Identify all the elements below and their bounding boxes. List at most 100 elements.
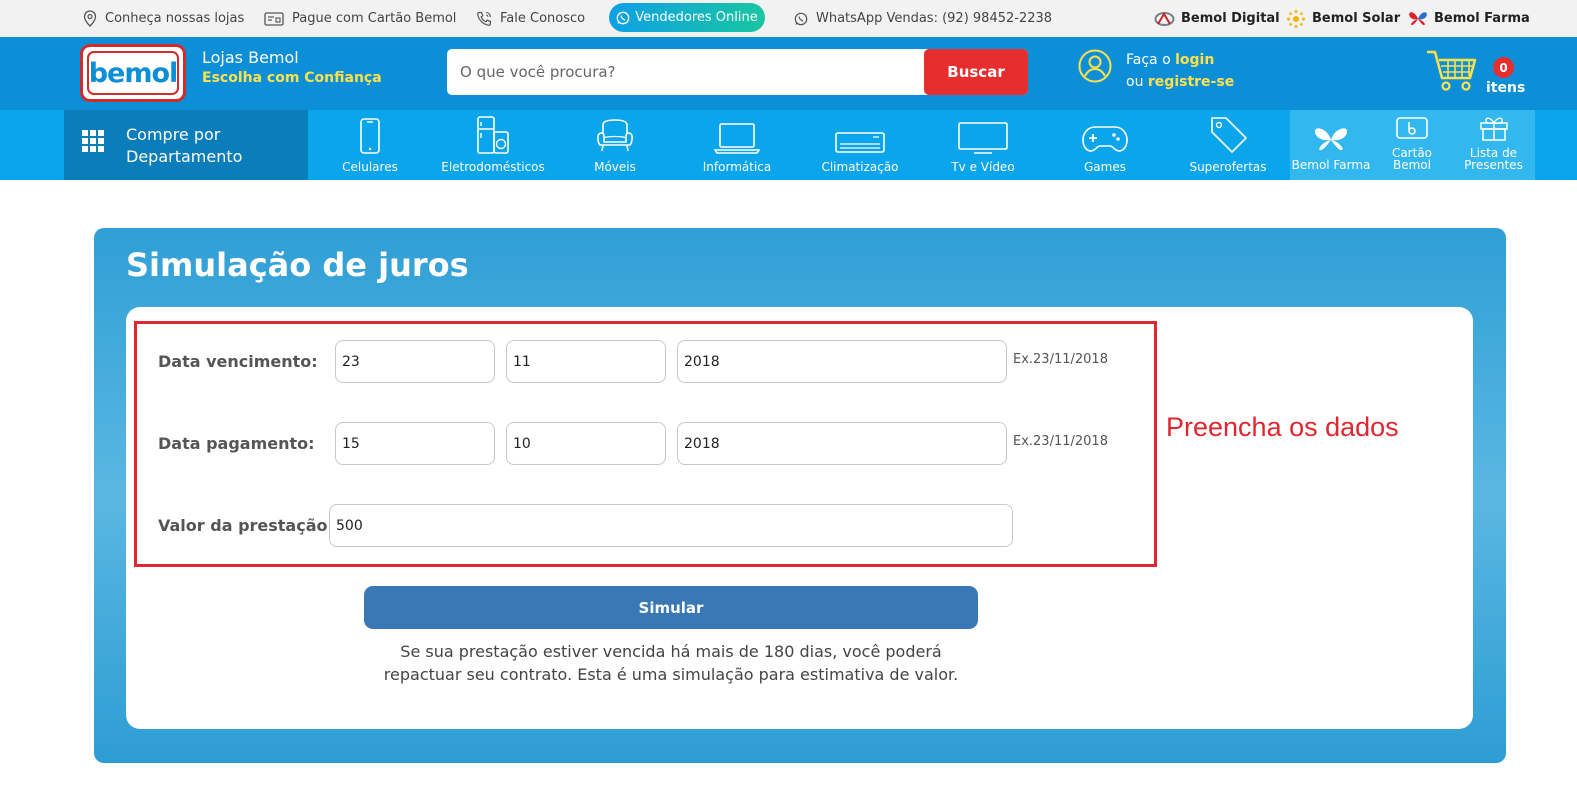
tagline-bottom: Escolha com Confiança [202, 70, 382, 86]
sellers-online-label: Vendedores Online [635, 10, 758, 25]
tagline-top: Lojas Bemol [202, 48, 299, 67]
installment-value-label: Valor da prestação: [158, 516, 334, 535]
register-prefix: ou [1126, 74, 1144, 90]
due-date-label: Data vencimento: [158, 352, 318, 371]
category-label: Informática [702, 160, 772, 174]
appliances-icon [477, 116, 509, 154]
department-label-line1: Compre por [126, 125, 221, 144]
site-header: bemol Lojas Bemol Escolha com Confiança … [0, 37, 1577, 110]
department-menu-button[interactable]: Compre por Departamento [64, 110, 308, 180]
bemol-logo[interactable]: bemol [80, 44, 186, 102]
whatsapp-sales-link[interactable]: WhatsApp Vendas: (92) 98452-2238 [794, 0, 1052, 37]
department-label: Compre por Departamento [126, 124, 242, 168]
login-register: Faça o login ou registre-se [1126, 49, 1234, 93]
shortcut-label: Cartão Bemol [1391, 146, 1433, 172]
simulation-form: Data vencimento: Ex.23/11/2018 Data paga… [126, 307, 1473, 729]
login-link[interactable]: login [1175, 52, 1214, 68]
sellers-online-button[interactable]: Vendedores Online [609, 3, 765, 32]
page-title: Simulação de juros [126, 246, 469, 284]
shortcut-label-line2: Presentes [1464, 158, 1523, 172]
search-bar: Buscar [447, 49, 1028, 95]
payment-date-label: Data pagamento: [158, 434, 315, 453]
whatsapp-icon [616, 11, 630, 24]
category-label: Eletrodomésticos [441, 160, 545, 174]
shortcut-label: Bemol Farma [1291, 158, 1371, 172]
gift-icon [1479, 117, 1508, 141]
top-utility-bar: Conheça nossas lojas Pague com Cartão Be… [0, 0, 1577, 37]
cart-label: itens [1486, 80, 1526, 96]
installment-value-input[interactable] [329, 504, 1013, 547]
bemol-digital-label: Bemol Digital [1181, 11, 1280, 26]
shortcut-lista-de-presentes[interactable]: Lista de Presentes [1452, 110, 1535, 180]
gamepad-icon [1082, 126, 1128, 152]
contact-link[interactable]: Fale Conosco [476, 0, 585, 37]
category-climatizacao[interactable]: Climatização [820, 110, 900, 180]
bill-icon [264, 11, 284, 26]
location-pin-icon [83, 10, 97, 27]
search-input[interactable] [447, 49, 923, 95]
category-label: Games [1084, 160, 1126, 174]
stores-label: Conheça nossas lojas [105, 11, 245, 26]
simulation-note: Se sua prestação estiver vencida há mais… [383, 642, 959, 684]
pay-card-link[interactable]: Pague com Cartão Bemol [264, 0, 456, 37]
category-superofertas[interactable]: Superofertas [1188, 110, 1268, 180]
logo-text: bemol [87, 51, 179, 95]
category-label: Superofertas [1189, 160, 1267, 174]
category-eletrodomesticos[interactable]: Eletrodomésticos [441, 110, 545, 180]
bemol-farma-label: Bemol Farma [1434, 11, 1530, 26]
fill-data-annotation: Preencha os dados [1166, 412, 1399, 442]
category-celulares[interactable]: Celulares [330, 110, 410, 180]
category-informatica[interactable]: Informática [697, 110, 777, 180]
card-icon [1396, 117, 1428, 139]
category-label: Móveis [594, 160, 636, 174]
shortcut-bemol-farma[interactable]: Bemol Farma [1290, 110, 1372, 180]
category-games[interactable]: Games [1065, 110, 1145, 180]
category-nav: Compre por Departamento Celulares Eletro… [0, 110, 1577, 180]
category-label: Celulares [342, 160, 398, 174]
due-day-input[interactable] [335, 340, 495, 383]
stores-link[interactable]: Conheça nossas lojas [83, 0, 244, 37]
bemol-digital-icon [1154, 11, 1175, 26]
register-link[interactable]: registre-se [1148, 74, 1234, 90]
cart-icon[interactable] [1425, 48, 1479, 94]
phone-icon [477, 11, 492, 26]
bemol-solar-label: Bemol Solar [1312, 11, 1401, 26]
category-moveis[interactable]: Móveis [575, 110, 655, 180]
due-date-hint: Ex.23/11/2018 [1013, 352, 1108, 367]
simulation-card: Simulação de juros Data vencimento: Ex.2… [94, 228, 1506, 763]
user-icon[interactable] [1078, 49, 1112, 83]
tv-icon [958, 122, 1008, 154]
whatsapp-icon [794, 12, 808, 25]
smartphone-icon [360, 118, 380, 154]
search-button[interactable]: Buscar [924, 49, 1028, 95]
laptop-icon [714, 123, 760, 154]
payment-day-input[interactable] [335, 422, 495, 465]
due-year-input[interactable] [677, 340, 1007, 383]
login-prefix: Faça o [1126, 52, 1171, 68]
air-conditioner-icon [835, 132, 885, 153]
payment-year-input[interactable] [677, 422, 1007, 465]
butterfly-icon [1314, 128, 1348, 151]
bemol-solar-link[interactable]: Bemol Solar [1286, 0, 1400, 37]
armchair-icon [597, 119, 633, 152]
whatsapp-sales-label: WhatsApp Vendas: (92) 98452-2238 [816, 11, 1053, 26]
payment-date-hint: Ex.23/11/2018 [1013, 434, 1108, 449]
grid-icon [82, 130, 104, 152]
tag-icon [1211, 117, 1247, 153]
pay-card-label: Pague com Cartão Bemol [292, 11, 457, 26]
bemol-digital-link[interactable]: Bemol Digital [1154, 0, 1280, 37]
due-month-input[interactable] [506, 340, 666, 383]
category-label: Tv e Vídeo [951, 160, 1015, 174]
category-tv-e-video[interactable]: Tv e Vídeo [943, 110, 1023, 180]
simulate-button[interactable]: Simular [364, 586, 978, 629]
payment-month-input[interactable] [506, 422, 666, 465]
category-label: Climatização [821, 160, 899, 174]
department-label-line2: Departamento [126, 147, 243, 166]
butterfly-icon [1409, 11, 1427, 25]
bemol-farma-link[interactable]: Bemol Farma [1408, 0, 1530, 37]
contact-label: Fale Conosco [500, 11, 586, 26]
cart-count-badge: 0 [1493, 57, 1514, 78]
shortcut-cartao-bemol[interactable]: Cartão Bemol [1372, 110, 1452, 180]
nav-shortcuts: Bemol Farma Cartão Bemol Lista de Presen… [1290, 110, 1535, 180]
sun-icon [1287, 9, 1305, 28]
